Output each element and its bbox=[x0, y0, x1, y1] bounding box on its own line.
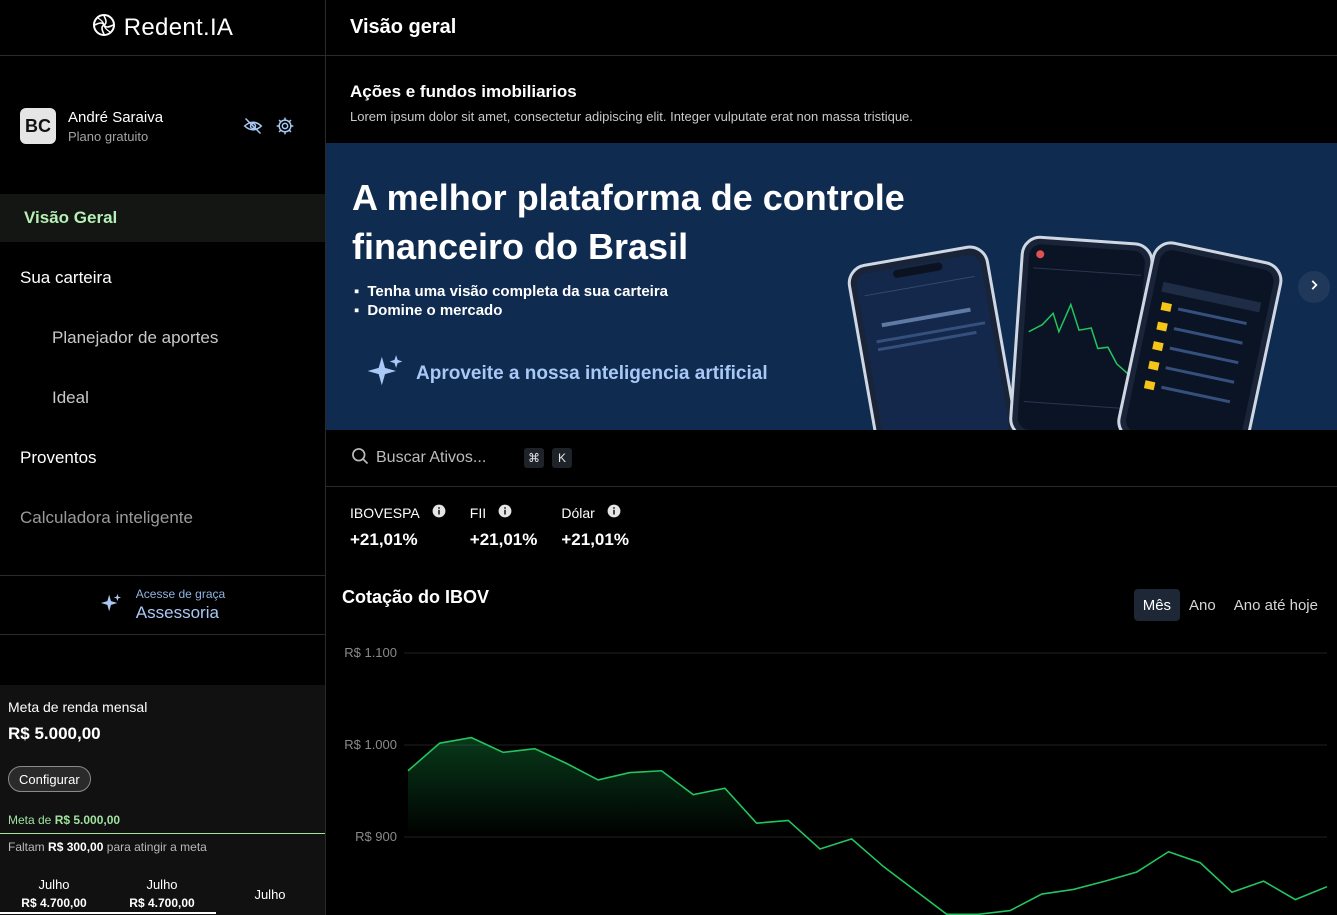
series-area bbox=[408, 737, 789, 837]
tab-mes[interactable]: Mês bbox=[1133, 589, 1181, 621]
y-tick-label: R$ 1.000 bbox=[344, 737, 397, 752]
sidebar: Redent.IA BC André Saraiva Plano gratuit… bbox=[0, 0, 326, 915]
market-indices: IBOVESPA +21,01% FII +21,01% Dólar +21,0… bbox=[350, 504, 629, 550]
y-tick-label: R$ 1.100 bbox=[344, 645, 397, 660]
month-value: R$ 4.700,00 bbox=[108, 896, 216, 914]
asset-search[interactable]: ⌘ K bbox=[326, 430, 1337, 487]
goal-meta-prefix: Meta de bbox=[8, 813, 52, 827]
advisory-subtitle: Acesse de graça bbox=[135, 587, 226, 601]
month-item[interactable]: Julho bbox=[216, 877, 324, 914]
chevron-right-icon bbox=[1307, 278, 1321, 297]
goal-meta-value: R$ 5.000,00 bbox=[54, 813, 121, 827]
configure-button[interactable]: Configurar bbox=[8, 766, 91, 792]
topbar: Visão geral bbox=[326, 0, 1337, 56]
advisory-link[interactable]: Acesse de graça Assessoria bbox=[0, 575, 325, 635]
month-name: Julho bbox=[254, 887, 286, 902]
index-name: FII bbox=[469, 504, 487, 521]
sparkle-icon bbox=[366, 352, 404, 395]
sidebar-item-sua-carteira[interactable]: Sua carteira bbox=[0, 248, 325, 308]
info-icon[interactable] bbox=[498, 504, 512, 521]
goal-progress-line bbox=[0, 833, 325, 834]
month-item[interactable]: Julho R$ 4.700,00 bbox=[108, 877, 216, 914]
index-value: +21,01% bbox=[350, 530, 418, 549]
shortcut-key-cmd: ⌘ bbox=[524, 448, 544, 468]
section-header: Ações e fundos imobiliarios Lorem ipsum … bbox=[350, 82, 913, 124]
index-name: Dólar bbox=[561, 504, 595, 521]
index-name: IBOVESPA bbox=[350, 504, 420, 521]
info-icon[interactable] bbox=[432, 504, 446, 521]
index-fii: FII +21,01% bbox=[470, 504, 538, 550]
sidebar-item-calculadora[interactable]: Calculadora inteligente bbox=[0, 488, 325, 548]
section-description: Lorem ipsum dolor sit amet, consectetur … bbox=[350, 109, 913, 124]
goal-missing-suffix: para atingir a meta bbox=[106, 840, 207, 854]
sidebar-item-proventos[interactable]: Proventos bbox=[0, 428, 325, 488]
month-name: Julho bbox=[38, 877, 70, 892]
shortcut-key-k: K bbox=[552, 448, 572, 468]
goal-missing-prefix: Faltam bbox=[8, 840, 45, 854]
profile-name: André Saraiva bbox=[68, 108, 164, 126]
goal-meta: Meta de R$ 5.000,00 bbox=[8, 813, 120, 827]
chart-title: Cotação do IBOV bbox=[342, 587, 490, 607]
sidebar-item-ideal[interactable]: Ideal bbox=[0, 368, 325, 428]
index-ibovespa: IBOVESPA +21,01% bbox=[350, 504, 446, 550]
phone-mockups-image bbox=[847, 235, 1283, 430]
profile: BC André Saraiva Plano gratuito bbox=[20, 107, 305, 145]
search-icon bbox=[350, 446, 370, 471]
brand[interactable]: Redent.IA bbox=[0, 0, 325, 56]
page-title: Visão geral bbox=[350, 16, 457, 38]
eye-off-icon[interactable] bbox=[243, 116, 263, 136]
banner-cta[interactable]: Aproveite a nossa inteligencia artificia… bbox=[366, 352, 768, 395]
sidebar-item-visao-geral[interactable]: Visão Geral bbox=[0, 194, 325, 242]
goal-missing-value: R$ 300,00 bbox=[48, 840, 104, 854]
section-title: Ações e fundos imobiliarios bbox=[350, 82, 577, 101]
goal-title: Meta de renda mensal bbox=[8, 699, 148, 715]
index-dolar: Dólar +21,01% bbox=[561, 504, 629, 550]
y-tick-label: R$ 900 bbox=[355, 829, 397, 844]
advisory-title: Assessoria bbox=[135, 603, 219, 622]
sidebar-nav: Visão Geral Sua carteira Planejador de a… bbox=[0, 194, 325, 548]
banner-next-button[interactable] bbox=[1298, 271, 1330, 303]
sidebar-item-planejador[interactable]: Planejador de aportes bbox=[0, 308, 325, 368]
gear-icon[interactable] bbox=[275, 116, 295, 136]
goal-amount: R$ 5.000,00 bbox=[8, 724, 101, 743]
banner-bullet: Domine o mercado bbox=[354, 301, 668, 320]
index-value: +21,01% bbox=[469, 530, 538, 549]
month-item[interactable]: Julho R$ 4.700,00 bbox=[0, 877, 108, 914]
main-content: Visão geral Ações e fundos imobiliarios … bbox=[326, 0, 1337, 915]
monthly-goal-card: Meta de renda mensal R$ 5.000,00 Configu… bbox=[0, 685, 325, 915]
month-value: R$ 4.700,00 bbox=[0, 896, 108, 914]
tab-ano-ate-hoje[interactable]: Ano até hoje bbox=[1225, 589, 1327, 621]
banner-bullet: Tenha uma visão completa da sua carteira bbox=[354, 282, 668, 301]
profile-plan: Plano gratuito bbox=[68, 128, 149, 144]
tab-ano[interactable]: Ano bbox=[1180, 589, 1225, 621]
month-list: Julho R$ 4.700,00 Julho R$ 4.700,00 Julh… bbox=[0, 877, 325, 914]
banner-headline-line: A melhor plataforma de controle bbox=[352, 177, 905, 218]
promo-banner[interactable]: A melhor plataforma de controle financei… bbox=[326, 143, 1337, 430]
month-name: Julho bbox=[146, 877, 178, 892]
brand-name: Redent.IA bbox=[123, 13, 234, 41]
avatar[interactable]: BC bbox=[20, 108, 56, 144]
ibov-chart: R$ 1.100 R$ 1.000 R$ 900 bbox=[344, 645, 1328, 915]
logo-icon bbox=[92, 13, 116, 42]
sparkle-icon bbox=[100, 592, 122, 619]
info-icon[interactable] bbox=[607, 504, 621, 521]
goal-missing: Faltam R$ 300,00 para atingir a meta bbox=[8, 840, 207, 854]
banner-bullets: Tenha uma visão completa da sua carteira… bbox=[354, 282, 668, 320]
search-input[interactable] bbox=[376, 449, 516, 467]
chart-period-tabs: Mês Ano Ano até hoje bbox=[1133, 589, 1327, 621]
index-value: +21,01% bbox=[561, 530, 629, 549]
banner-cta-text: Aproveite a nossa inteligencia artificia… bbox=[416, 362, 768, 384]
